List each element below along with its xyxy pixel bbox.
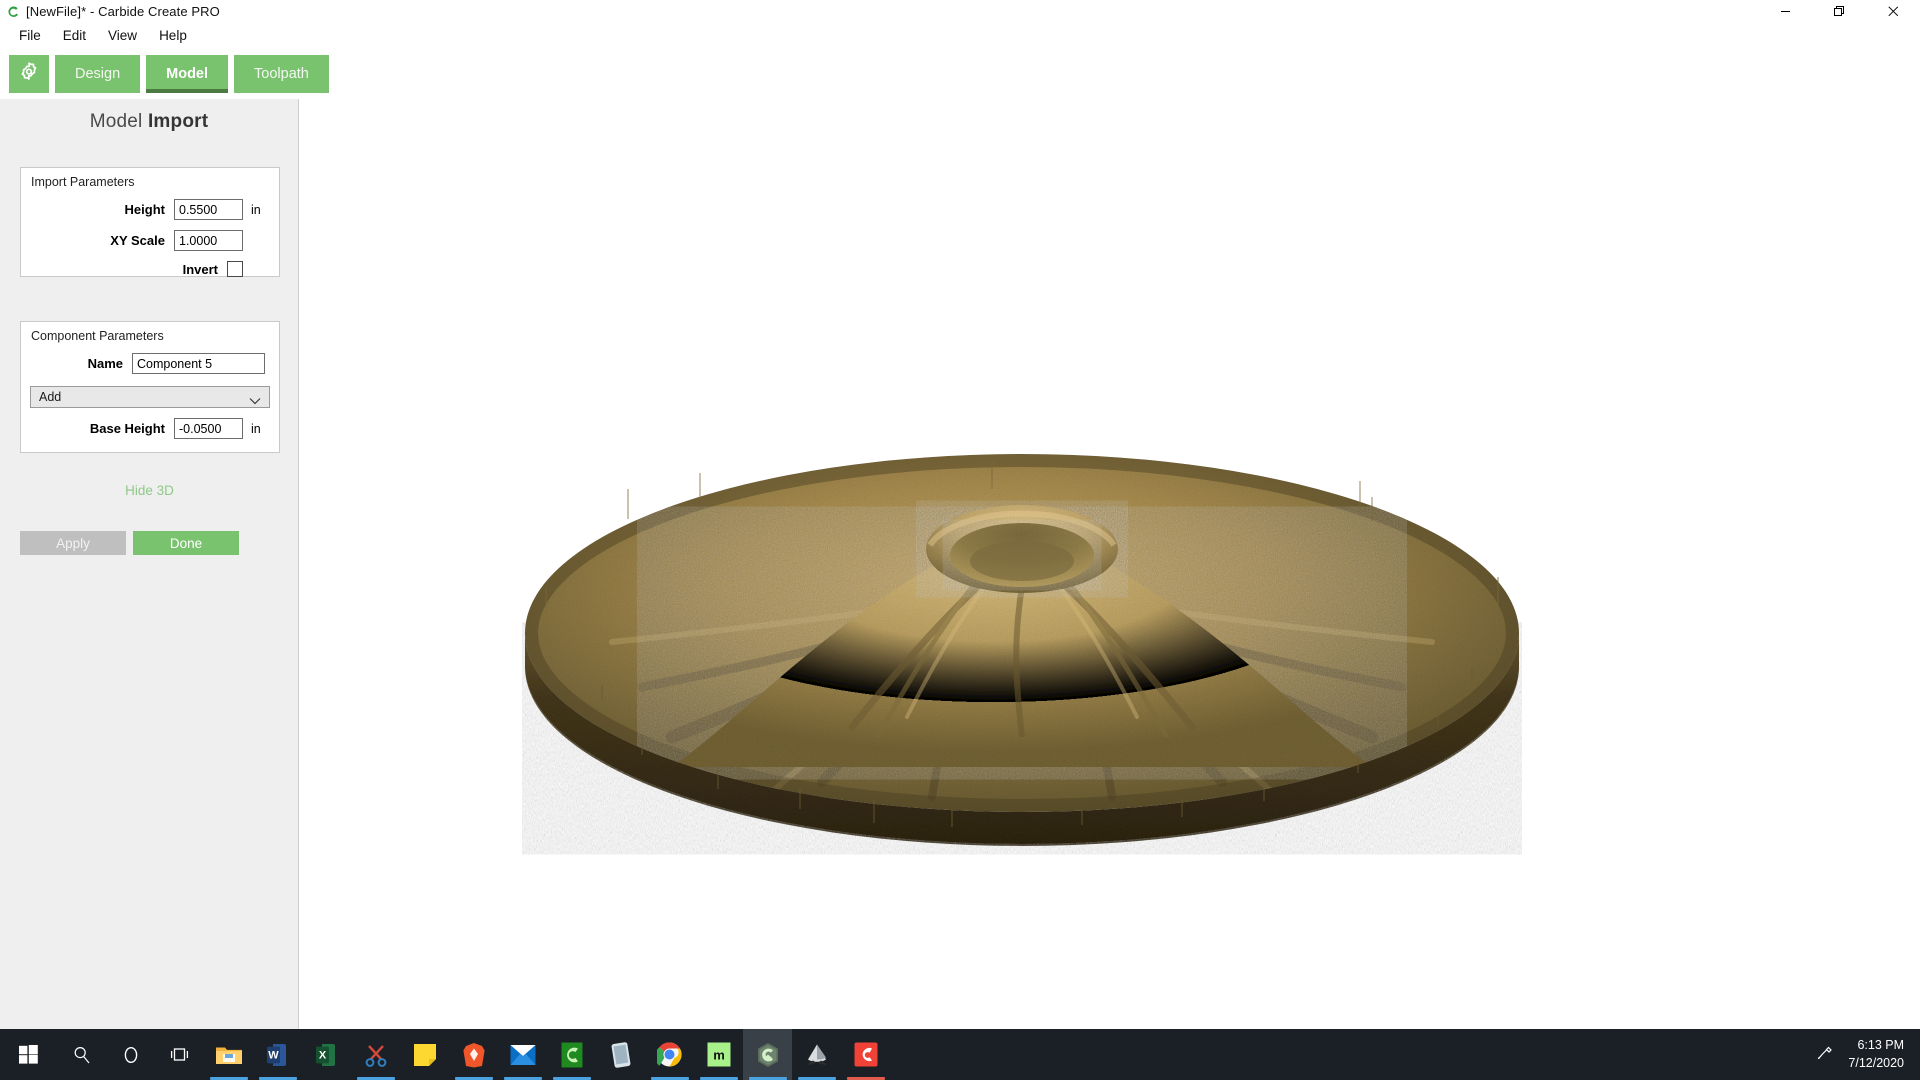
cortana-circle-icon xyxy=(122,1046,140,1064)
taskbar-sticky-notes[interactable] xyxy=(400,1029,449,1080)
folder-icon xyxy=(215,1043,243,1067)
taskbar-google-chrome[interactable] xyxy=(645,1029,694,1080)
taskbar-inkscape[interactable] xyxy=(792,1029,841,1080)
taskbar-carbide-create[interactable] xyxy=(743,1029,792,1080)
start-button[interactable] xyxy=(0,1029,57,1080)
panel-action-buttons: Apply Done xyxy=(20,531,239,555)
search-icon xyxy=(73,1046,91,1064)
taskbar-file-explorer[interactable] xyxy=(204,1029,253,1080)
taskbar-brave-browser[interactable] xyxy=(449,1029,498,1080)
restore-button[interactable] xyxy=(1812,0,1866,23)
gear-icon xyxy=(17,60,41,88)
taskbar-microsoft-excel[interactable]: X xyxy=(302,1029,351,1080)
base-height-row: Base Height in xyxy=(21,418,279,439)
invert-checkbox[interactable] xyxy=(227,261,243,277)
tab-toolpath[interactable]: Toolpath xyxy=(234,55,329,93)
carbide-create-icon xyxy=(756,1042,780,1068)
menu-bar: File Edit View Help xyxy=(0,23,1920,49)
sticky-note-icon xyxy=(413,1043,437,1067)
svg-text:m: m xyxy=(713,1048,725,1063)
system-tray: 6:13 PM 7/12/2020 xyxy=(1815,1029,1920,1080)
application-window: [NewFile]* - Carbide Create PRO File Edi… xyxy=(0,0,1920,1080)
close-button[interactable] xyxy=(1866,0,1920,23)
m-letter-icon: m xyxy=(707,1042,731,1067)
base-height-label: Base Height xyxy=(90,421,165,436)
menu-file[interactable]: File xyxy=(8,26,52,46)
window-title: [NewFile]* - Carbide Create PRO xyxy=(26,4,220,19)
component-mode-select[interactable]: Add xyxy=(30,386,270,408)
minimize-button[interactable] xyxy=(1758,0,1812,23)
task-view-button[interactable] xyxy=(155,1029,204,1080)
clock-time: 6:13 PM xyxy=(1848,1037,1904,1055)
height-label: Height xyxy=(125,202,165,217)
search-button[interactable] xyxy=(57,1029,106,1080)
work-area: Design Model Toolpath Model Import Impor… xyxy=(0,49,1920,1029)
apply-button[interactable]: Apply xyxy=(20,531,126,555)
component-parameters-group: Component Parameters Name Add Base Heigh… xyxy=(20,321,280,453)
taskbar-mathematica[interactable]: m xyxy=(694,1029,743,1080)
import-parameters-legend: Import Parameters xyxy=(21,168,279,189)
base-height-unit: in xyxy=(251,422,265,436)
taskbar-phone-link[interactable] xyxy=(596,1029,645,1080)
menu-edit[interactable]: Edit xyxy=(52,26,97,46)
taskbar-microsoft-word[interactable]: W xyxy=(253,1029,302,1080)
brave-lion-icon xyxy=(462,1042,486,1068)
windows-taskbar: W X xyxy=(0,1029,1920,1080)
xy-scale-field-row: XY Scale xyxy=(21,230,279,251)
page-title: Model Import xyxy=(0,99,298,133)
scissors-icon xyxy=(363,1042,389,1068)
component-mode-value: Add xyxy=(39,390,61,404)
cortana-button[interactable] xyxy=(106,1029,155,1080)
carbide-motion-icon xyxy=(561,1042,583,1068)
menu-help[interactable]: Help xyxy=(148,26,198,46)
envelope-icon xyxy=(510,1044,536,1066)
svg-text:W: W xyxy=(268,1049,279,1061)
terrain-model[interactable] xyxy=(522,437,1522,857)
model-3d-viewport[interactable] xyxy=(300,99,1920,1029)
taskbar-carbide-motion[interactable] xyxy=(547,1029,596,1080)
page-title-prefix: Model xyxy=(90,111,143,132)
import-parameters-group: Import Parameters Height in XY Scale Inv… xyxy=(20,167,280,277)
svg-text:X: X xyxy=(318,1049,326,1061)
invert-field-row: Invert xyxy=(21,261,279,277)
chevron-down-icon xyxy=(249,393,261,411)
phone-icon xyxy=(610,1042,632,1068)
component-parameters-legend: Component Parameters xyxy=(21,322,279,343)
xy-scale-label: XY Scale xyxy=(110,233,165,248)
clock-date: 7/12/2020 xyxy=(1848,1055,1904,1073)
xy-scale-input[interactable] xyxy=(174,230,243,251)
chrome-icon xyxy=(657,1042,682,1067)
component-name-label: Name xyxy=(88,356,123,371)
done-button[interactable]: Done xyxy=(133,531,239,555)
model-import-panel: Model Import Import Parameters Height in… xyxy=(0,99,299,1029)
task-view-icon xyxy=(170,1046,189,1063)
tab-design[interactable]: Design xyxy=(55,55,140,93)
title-bar: [NewFile]* - Carbide Create PRO xyxy=(0,0,1920,23)
height-unit: in xyxy=(251,203,265,217)
taskbar-snipping-tool[interactable] xyxy=(351,1029,400,1080)
pen-workspace-icon[interactable] xyxy=(1815,1043,1834,1067)
settings-gear-button[interactable] xyxy=(9,55,49,93)
page-title-emphasis: Import xyxy=(148,111,208,132)
menu-view[interactable]: View xyxy=(97,26,148,46)
word-icon: W xyxy=(266,1042,290,1068)
component-name-input[interactable] xyxy=(132,353,265,374)
component-name-row: Name xyxy=(21,353,279,374)
height-input[interactable] xyxy=(174,199,243,220)
taskbar-mail[interactable] xyxy=(498,1029,547,1080)
excel-icon: X xyxy=(315,1042,339,1068)
base-height-input[interactable] xyxy=(174,418,243,439)
carbide-create-logo-icon xyxy=(0,0,26,23)
main-toolbar: Design Model Toolpath xyxy=(0,55,329,93)
toggle-3d-link[interactable]: Hide 3D xyxy=(0,483,299,498)
window-controls xyxy=(1758,0,1920,23)
taskbar-camtasia[interactable] xyxy=(841,1029,890,1080)
invert-label: Invert xyxy=(183,262,218,277)
tab-model[interactable]: Model xyxy=(146,55,228,93)
camtasia-c-icon xyxy=(854,1042,878,1067)
taskbar-clock[interactable]: 6:13 PM 7/12/2020 xyxy=(1848,1037,1904,1073)
height-field-row: Height in xyxy=(21,199,279,220)
inkscape-icon xyxy=(804,1043,830,1067)
